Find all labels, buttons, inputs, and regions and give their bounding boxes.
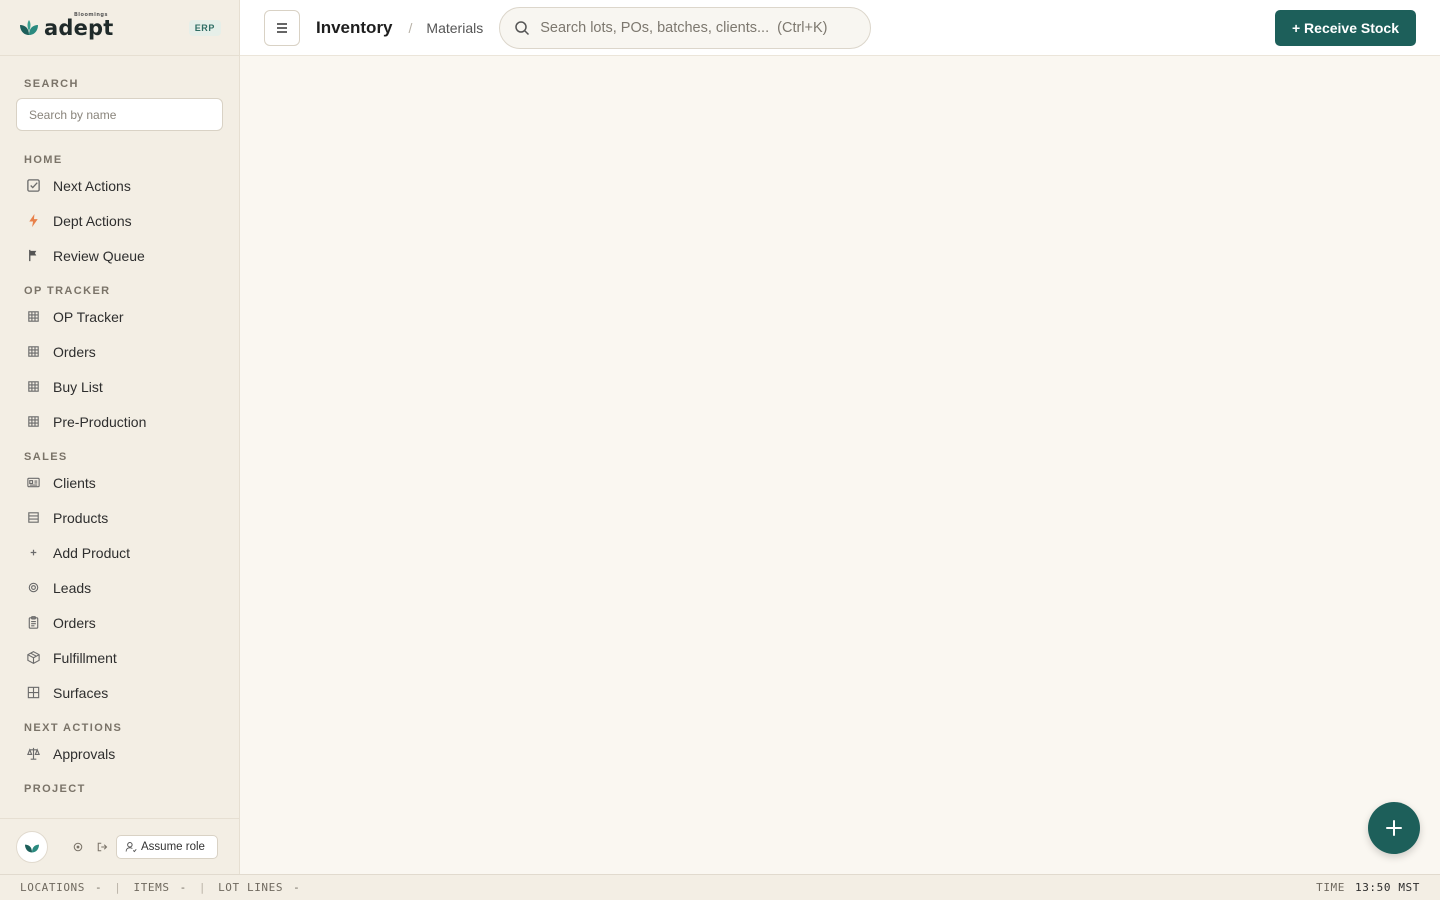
status-divider: | xyxy=(114,881,122,894)
package-icon xyxy=(24,649,42,667)
sidebar-item-label: Pre-Production xyxy=(53,413,147,430)
sidebar-item-orders[interactable]: Orders xyxy=(0,334,239,369)
sidebar-search-input[interactable] xyxy=(29,107,210,122)
section-label-project: PROJECT xyxy=(24,783,86,795)
sidebar-item-label: Products xyxy=(53,509,109,526)
sidebar-item-approvals[interactable]: Approvals xyxy=(0,736,239,771)
sidebar-item-label: Buy List xyxy=(53,378,103,395)
status-divider: | xyxy=(198,881,207,894)
sidebar-item-label: Add Product xyxy=(53,544,131,561)
grid-table-icon xyxy=(24,343,42,361)
sidebar-item-clients[interactable]: Clients xyxy=(0,465,239,500)
sun-icon[interactable] xyxy=(70,839,86,855)
avatar[interactable] xyxy=(16,830,48,863)
breadcrumb-materials[interactable]: Materials xyxy=(426,20,483,36)
list-icon xyxy=(24,509,42,527)
leaf-avatar-icon xyxy=(25,844,39,852)
leaf-logo-icon xyxy=(20,19,38,35)
status-time-label: TIME xyxy=(1316,881,1345,894)
main-content xyxy=(240,56,1440,874)
sidebar-item-sales-orders[interactable]: Orders xyxy=(0,605,239,640)
sidebar-item-label: Leads xyxy=(53,579,92,596)
checkbox-icon xyxy=(24,177,42,195)
lightning-icon xyxy=(24,212,42,230)
grid-table-icon xyxy=(24,378,42,396)
sidebar-item-buy-list[interactable]: Buy List xyxy=(0,369,239,404)
plus-icon xyxy=(24,544,42,562)
grid-table-icon xyxy=(24,413,42,431)
sidebar-item-label: Orders xyxy=(53,614,96,631)
sidebar-footer: Assume role xyxy=(0,818,239,874)
section-label-sales: SALES xyxy=(24,451,68,463)
status-items-value: - xyxy=(179,881,187,894)
status-time-value: 13:50 MST xyxy=(1354,881,1420,894)
user-switch-icon xyxy=(125,841,137,852)
status-time: TIME 13:50 MST xyxy=(1316,881,1420,894)
add-fab-button[interactable] xyxy=(1368,802,1420,854)
assume-role-button[interactable]: Assume role xyxy=(116,834,218,859)
sidebar-item-label: Clients xyxy=(53,474,96,491)
hamburger-icon xyxy=(277,22,287,33)
sidebar-item-review-queue[interactable]: Review Queue xyxy=(0,238,239,273)
topbar: Inventory / Materials + Receive Stock xyxy=(240,0,1440,56)
section-label-op-tracker: OP TRACKER xyxy=(24,285,111,297)
grid-table-icon xyxy=(24,308,42,326)
brand-header: Bloomings adept ERP xyxy=(0,0,239,56)
brand-name: Bloomings adept xyxy=(44,11,114,40)
status-lot-lines-value: - xyxy=(293,881,301,894)
search-icon xyxy=(515,20,530,35)
status-lot-lines-label: LOT LINES xyxy=(218,881,284,894)
receive-stock-button[interactable]: + Receive Stock xyxy=(1274,10,1416,46)
layout-grid-icon xyxy=(24,684,42,702)
breadcrumb-separator: / xyxy=(408,19,413,36)
sidebar-item-label: OP Tracker xyxy=(53,308,124,325)
sidebar-item-add-product[interactable]: Add Product xyxy=(0,535,239,570)
sidebar-item-label: Approvals xyxy=(53,745,116,762)
status-bar: LOCATIONS - | ITEMS - | LOT LINES - TIME… xyxy=(0,874,1440,900)
sidebar-item-label: Review Queue xyxy=(53,247,145,264)
target-icon xyxy=(24,579,42,597)
sidebar-item-label: Surfaces xyxy=(53,684,109,701)
logout-icon[interactable] xyxy=(94,839,110,855)
page-title: Inventory xyxy=(316,17,393,37)
sidebar-item-leads[interactable]: Leads xyxy=(0,570,239,605)
status-items-label: ITEMS xyxy=(133,881,170,894)
sidebar-item-op-tracker[interactable]: OP Tracker xyxy=(0,299,239,334)
sidebar-item-label: Next Actions xyxy=(53,177,131,194)
global-search-input[interactable] xyxy=(540,19,857,36)
brand-logo[interactable]: Bloomings adept xyxy=(18,11,114,40)
sidebar-item-dept-actions[interactable]: Dept Actions xyxy=(0,203,239,238)
erp-badge: ERP xyxy=(188,20,221,36)
id-card-icon xyxy=(24,474,42,492)
hamburger-menu-button[interactable] xyxy=(264,9,300,46)
clipboard-icon xyxy=(24,614,42,632)
sidebar-item-next-actions[interactable]: Next Actions xyxy=(0,168,239,203)
status-locations-label: LOCATIONS xyxy=(20,881,86,894)
status-locations-value: - xyxy=(95,881,103,894)
brand-subtext: Bloomings xyxy=(74,11,108,18)
sidebar-item-label: Orders xyxy=(53,343,96,360)
assume-role-label: Assume role xyxy=(141,840,205,853)
section-label-next-actions: NEXT ACTIONS xyxy=(24,722,123,734)
sidebar-item-label: Fulfillment xyxy=(53,649,117,666)
sidebar-item-pre-production[interactable]: Pre-Production xyxy=(0,404,239,439)
sidebar: Bloomings adept ERP SEARCH HOME Next Act… xyxy=(0,0,240,874)
sidebar-item-products[interactable]: Products xyxy=(0,500,239,535)
global-search-box xyxy=(499,6,872,49)
scale-icon xyxy=(24,745,42,763)
sidebar-search-box xyxy=(16,98,223,131)
section-label-search: SEARCH xyxy=(24,78,79,90)
flag-icon xyxy=(24,247,42,265)
sidebar-item-fulfillment[interactable]: Fulfillment xyxy=(0,640,239,675)
section-label-home: HOME xyxy=(24,154,63,166)
sidebar-item-surfaces[interactable]: Surfaces xyxy=(0,675,239,710)
plus-icon xyxy=(1386,820,1402,836)
sidebar-item-label: Dept Actions xyxy=(53,212,132,229)
